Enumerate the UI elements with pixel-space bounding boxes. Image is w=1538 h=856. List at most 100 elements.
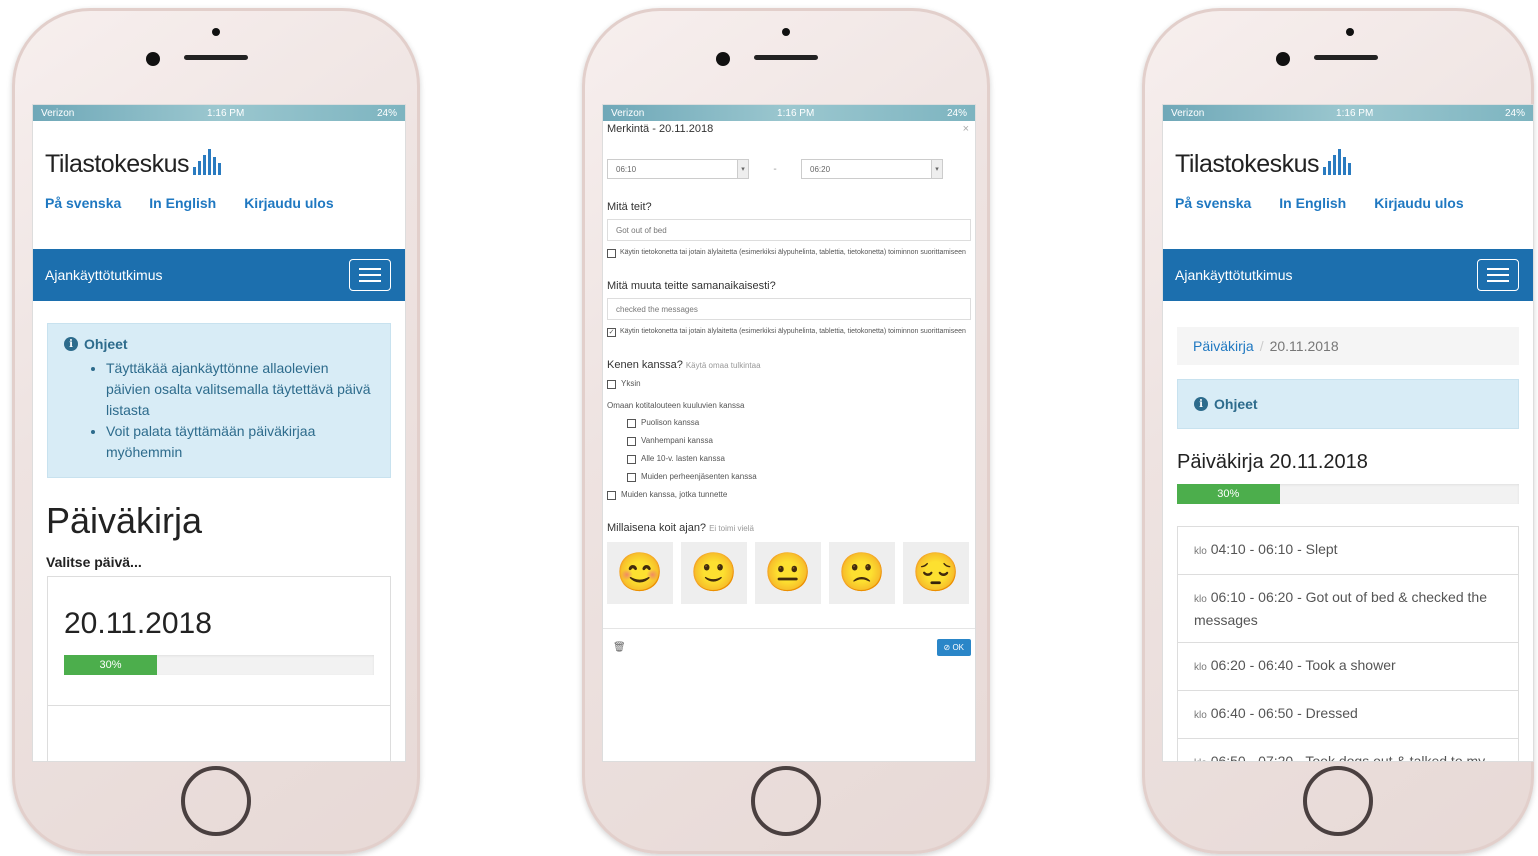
- site-logo[interactable]: Tilastokeskus: [33, 121, 405, 179]
- checkbox[interactable]: [627, 419, 636, 428]
- entry-list: klo 04:10 - 06:10 - Slept klo 06:10 - 06…: [1177, 526, 1519, 761]
- battery-level: 24%: [1504, 107, 1525, 119]
- time-range: 06:10 ▾ - 06:20 ▾: [603, 135, 975, 179]
- device-checkbox-checked[interactable]: ✓: [607, 328, 616, 337]
- list-item[interactable]: klo 04:10 - 06:10 - Slept: [1178, 527, 1518, 575]
- link-logout[interactable]: Kirjaudu ulos: [244, 195, 333, 211]
- site-logo[interactable]: Tilastokeskus: [1163, 121, 1533, 179]
- earpiece-speaker: [184, 55, 248, 60]
- mood-happy-icon[interactable]: 🙂: [681, 542, 747, 604]
- instructions-box[interactable]: i Ohjeet: [1177, 379, 1519, 429]
- time-separator: -: [773, 163, 777, 175]
- trash-icon[interactable]: 🗑: [613, 642, 626, 653]
- front-camera: [1276, 52, 1290, 66]
- checkbox-label: Muiden kanssa, jotka tunnette: [621, 490, 728, 499]
- mood-very-happy-icon[interactable]: 😊: [607, 542, 673, 604]
- logo-bars-icon: [193, 149, 222, 175]
- battery-level: 24%: [946, 107, 967, 119]
- carrier-label: Verizon: [1171, 107, 1205, 119]
- list-item[interactable]: klo 06:10 - 06:20 - Got out of bed & che…: [1178, 575, 1518, 643]
- carrier-label: Verizon: [611, 107, 645, 119]
- screen-1: Verizon 1:16 PM 24% Tilastokeskus På sve…: [32, 104, 406, 762]
- breadcrumb: Päiväkirja / 20.11.2018: [1177, 327, 1519, 365]
- checkbox-label: Yksin: [621, 379, 641, 388]
- navbar-brand[interactable]: Ajankäyttötutkimus: [1175, 267, 1293, 283]
- question-mood-hint: Ei toimi vielä: [709, 524, 754, 533]
- link-swedish[interactable]: På svenska: [45, 195, 121, 211]
- proximity-sensor: [212, 28, 220, 36]
- progress-bar-fill: 30%: [64, 655, 157, 675]
- home-button[interactable]: [751, 766, 821, 836]
- home-button[interactable]: [1303, 766, 1373, 836]
- entry-text: 04:10 - 06:10 - Slept: [1210, 541, 1338, 557]
- logo-text: Tilastokeskus: [45, 150, 190, 178]
- hamburger-icon[interactable]: [349, 259, 391, 291]
- question-mood: Millaisena koit ajan? Ei toimi vielä: [607, 522, 971, 534]
- phone-frame-2: Verizon 1:16 PM 24% Merkintä - 20.11.201…: [582, 8, 990, 854]
- checkbox-family[interactable]: Muiden perheenjäsenten kanssa: [627, 471, 971, 482]
- checkbox[interactable]: [607, 491, 616, 500]
- entry-prefix: klo: [1194, 546, 1207, 557]
- header-links: På svenska In English Kirjaudu ulos: [1163, 179, 1533, 211]
- phone-frame-1: Verizon 1:16 PM 24% Tilastokeskus På sve…: [12, 8, 420, 854]
- day-date: 20.11.2018: [64, 607, 212, 640]
- ok-button[interactable]: ⊘ OK: [936, 639, 971, 656]
- mood-sad-icon[interactable]: 🙁: [829, 542, 895, 604]
- question-with-text: Kenen kanssa?: [607, 359, 683, 371]
- device-checkbox-row[interactable]: Käytin tietokonetta tai jotain älylaitet…: [607, 247, 971, 258]
- home-button[interactable]: [181, 766, 251, 836]
- start-time-select[interactable]: 06:10 ▾: [607, 159, 749, 179]
- modal-header: Merkintä - 20.11.2018 ×: [603, 121, 975, 135]
- checkbox-others[interactable]: Muiden kanssa, jotka tunnette: [607, 489, 971, 500]
- checkbox-children[interactable]: Alle 10-v. lasten kanssa: [627, 453, 971, 464]
- checkbox-spouse[interactable]: Puolison kanssa: [627, 417, 971, 428]
- day-card[interactable]: 20.11.2018 30%: [47, 576, 391, 761]
- close-icon[interactable]: ×: [963, 123, 969, 135]
- hamburger-icon[interactable]: [1477, 259, 1519, 291]
- device-checkbox-label: Käytin tietokonetta tai jotain älylaitet…: [620, 249, 966, 256]
- mood-very-sad-icon[interactable]: 😔: [903, 542, 969, 604]
- checkbox[interactable]: [627, 455, 636, 464]
- page-title: Päiväkirja 20.11.2018: [1177, 451, 1368, 473]
- checkbox[interactable]: [627, 437, 636, 446]
- list-item[interactable]: klo 06:50 - 07:20 - Took dogs out & talk…: [1178, 739, 1518, 761]
- list-item[interactable]: klo 06:40 - 06:50 - Dressed: [1178, 691, 1518, 739]
- link-english[interactable]: In English: [1279, 195, 1346, 211]
- earpiece-speaker: [754, 55, 818, 60]
- navbar-brand[interactable]: Ajankäyttötutkimus: [45, 267, 163, 283]
- instructions-list: Täyttäkää ajankäyttönne allaolevien päiv…: [64, 358, 374, 463]
- entry-prefix: klo: [1194, 594, 1207, 605]
- instructions-box: i Ohjeet Täyttäkää ajankäyttönne allaole…: [47, 323, 391, 478]
- checkbox[interactable]: [607, 380, 616, 389]
- link-swedish[interactable]: På svenska: [1175, 195, 1251, 211]
- breadcrumb-separator: /: [1259, 338, 1264, 354]
- navbar: Ajankäyttötutkimus: [33, 249, 405, 301]
- phone-frame-3: Verizon 1:16 PM 24% Tilastokeskus På sve…: [1142, 8, 1534, 854]
- secondary-activity-input[interactable]: checked the messages: [607, 298, 971, 320]
- household-group-label: Omaan kotitalouteen kuuluvien kanssa: [607, 401, 745, 410]
- breadcrumb-link[interactable]: Päiväkirja: [1193, 338, 1254, 354]
- end-time-select[interactable]: 06:20 ▾: [801, 159, 943, 179]
- link-english[interactable]: In English: [149, 195, 216, 211]
- entry-text: 06:40 - 06:50 - Dressed: [1210, 705, 1358, 721]
- front-camera: [146, 52, 160, 66]
- modal-title: Merkintä - 20.11.2018: [607, 123, 714, 135]
- activity-input[interactable]: Got out of bed: [607, 219, 971, 241]
- checkbox-alone[interactable]: Yksin: [607, 378, 971, 389]
- checkbox[interactable]: [627, 473, 636, 482]
- day-progress: 30%: [64, 655, 374, 675]
- device-checkbox[interactable]: [607, 249, 616, 258]
- mood-neutral-icon[interactable]: 😐: [755, 542, 821, 604]
- status-bar: Verizon 1:16 PM 24%: [603, 105, 975, 121]
- modal-footer: 🗑 ⊘ OK: [603, 628, 975, 656]
- link-logout[interactable]: Kirjaudu ulos: [1374, 195, 1463, 211]
- day-progress: 30%: [1177, 484, 1519, 504]
- device-checkbox-row-2[interactable]: ✓ Käytin tietokonetta tai jotain älylait…: [607, 326, 971, 337]
- instructions-title: i Ohjeet: [64, 336, 374, 352]
- start-time-value: 06:10: [616, 164, 637, 174]
- checkbox-parents[interactable]: Vanhempani kanssa: [627, 435, 971, 446]
- card-divider: [48, 705, 390, 706]
- entry-text: 06:20 - 06:40 - Took a shower: [1210, 657, 1396, 673]
- screen-2: Verizon 1:16 PM 24% Merkintä - 20.11.201…: [602, 104, 976, 762]
- list-item[interactable]: klo 06:20 - 06:40 - Took a shower: [1178, 643, 1518, 691]
